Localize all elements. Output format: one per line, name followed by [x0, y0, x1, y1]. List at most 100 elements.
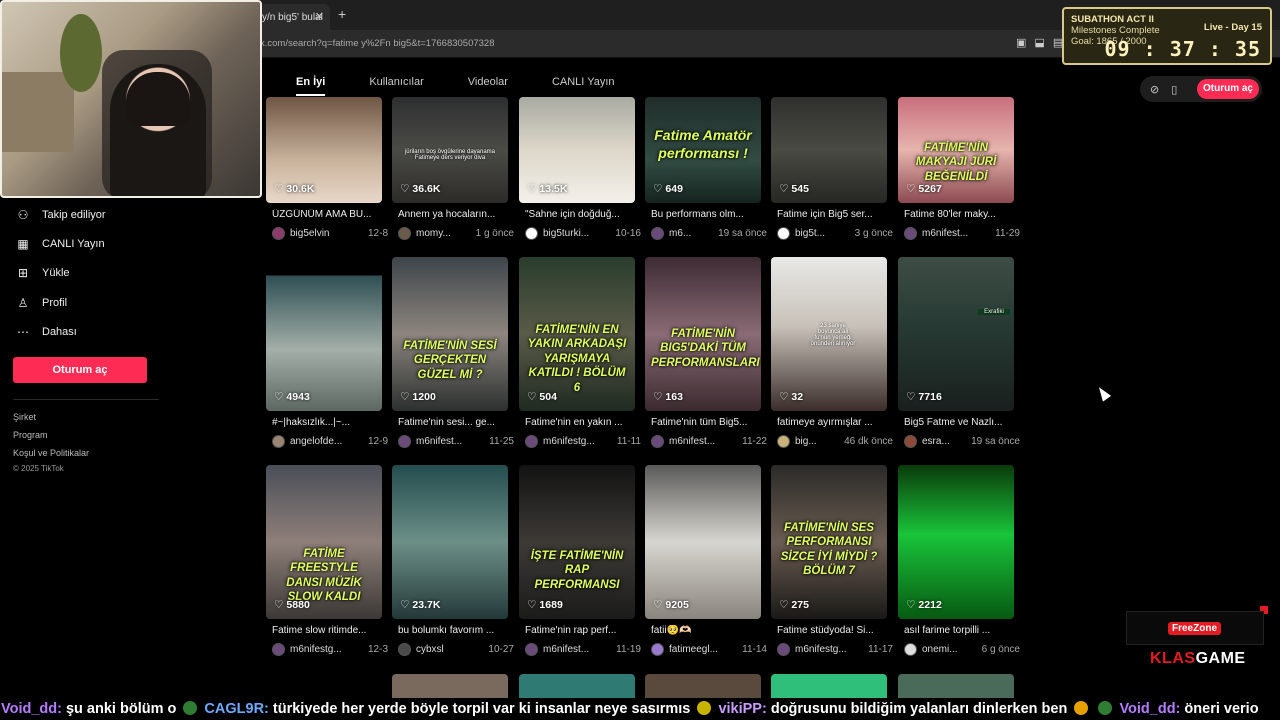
- avatar[interactable]: [272, 435, 285, 448]
- avatar[interactable]: [777, 435, 790, 448]
- tab-live[interactable]: CANLI Yayın: [552, 76, 615, 96]
- avatar[interactable]: [904, 435, 917, 448]
- avatar[interactable]: [398, 227, 411, 240]
- avatar[interactable]: [777, 227, 790, 240]
- author-name[interactable]: onemi...: [922, 644, 978, 655]
- video-title[interactable]: Annem ya hocaların...: [398, 209, 510, 220]
- author-name[interactable]: big5elvin: [290, 228, 364, 239]
- author-name[interactable]: m6nifest...: [669, 436, 738, 447]
- video-thumbnail[interactable]: Exrafiki ♡ 7716: [898, 257, 1014, 411]
- video-title[interactable]: Fatime'nin rap perf...: [525, 625, 637, 636]
- video-thumbnail[interactable]: FATİME'NİN BIG5'DAKİ TÜM PERFORMANSLARI …: [645, 257, 761, 411]
- browser-tab[interactable]: y/n big5' bulal ✕: [252, 4, 330, 30]
- video-title[interactable]: Big5 Fatme ve Nazlı...: [904, 417, 1016, 428]
- video-thumbnail[interactable]: ♡ 13.5K: [519, 97, 635, 203]
- close-tab-icon[interactable]: ✕: [315, 10, 324, 23]
- author-name[interactable]: m6nifest...: [922, 228, 991, 239]
- author-name[interactable]: m6...: [669, 228, 714, 239]
- chat-username: CAGL9R:: [204, 701, 269, 717]
- video-title[interactable]: ÜZGÜNÜM AMA BU...: [272, 209, 384, 220]
- footer-link-terms[interactable]: Koşul ve Politikalar: [13, 448, 89, 458]
- avatar[interactable]: [777, 643, 790, 656]
- avatar[interactable]: [272, 227, 285, 240]
- video-thumbnail[interactable]: İŞTE FATİME'NİN RAP PERFORMANSI ♡ 1689: [519, 465, 635, 619]
- new-tab-button[interactable]: +: [338, 6, 346, 22]
- like-count: ♡ 30.6K: [274, 183, 315, 195]
- author-name[interactable]: esra...: [922, 436, 967, 447]
- video-thumbnail[interactable]: FATİME'NİN EN YAKIN ARKADAŞI YARIŞMAYA K…: [519, 257, 635, 411]
- video-thumbnail[interactable]: FATİME'NİN SESİ GERÇEKTEN GÜZEL Mİ ? ♡ 12…: [392, 257, 508, 411]
- video-title[interactable]: asıl farime torpilli ...: [904, 625, 1016, 636]
- author-name[interactable]: m6nifest...: [543, 644, 612, 655]
- video-thumbnail[interactable]: Fatime Amatör performansı ! ♡ 649: [645, 97, 761, 203]
- video-title[interactable]: "Sahne için doğduğ...: [525, 209, 637, 220]
- video-title[interactable]: Fatime'nin tüm Big5...: [651, 417, 763, 428]
- video-thumbnail[interactable]: ♡ 9205: [645, 465, 761, 619]
- author-name[interactable]: momy...: [416, 228, 472, 239]
- author-name[interactable]: fatimeegl...: [669, 644, 738, 655]
- video-title[interactable]: Fatime stüdyoda! Si...: [777, 625, 889, 636]
- video-thumbnail[interactable]: FATİME'NİN MAKYAJI JÜRİ BEĞENİLDİ ♡ 5267: [898, 97, 1014, 203]
- video-title[interactable]: bu bolumkı favorım ...: [398, 625, 510, 636]
- video-thumbnail[interactable]: 23 saniye boyunca ali fu'nun yemeği önün…: [771, 257, 887, 411]
- footer-link-company[interactable]: Şirket: [13, 412, 36, 422]
- video-thumbnail[interactable]: FATİME FREESTYLE DANSI MÜZİK SLOW KALDI …: [266, 465, 382, 619]
- header-login-button[interactable]: Oturum aç: [1196, 79, 1259, 99]
- author-name[interactable]: m6nifest...: [416, 436, 485, 447]
- video-title[interactable]: Bu performans olm...: [651, 209, 763, 220]
- sidebar-item-upload[interactable]: ⊞ Yükle: [16, 266, 70, 280]
- sidebar-item-following[interactable]: ⚇ Takip ediliyor: [16, 208, 106, 222]
- video-title[interactable]: Fatime'nin sesi... ge...: [398, 417, 510, 428]
- video-thumbnail[interactable]: ♡ 545: [771, 97, 887, 203]
- avatar[interactable]: [904, 643, 917, 656]
- url-text[interactable]: k.com/search?q=fatime y%2Fn big5&t=17668…: [260, 38, 495, 49]
- avatar[interactable]: [398, 435, 411, 448]
- video-title[interactable]: fatimeye ayırmışlar ...: [777, 417, 889, 428]
- author-name[interactable]: angelofde...: [290, 436, 364, 447]
- sidebar-item-live[interactable]: ▦ CANLI Yayın: [16, 237, 104, 251]
- avatar[interactable]: [904, 227, 917, 240]
- avatar[interactable]: [272, 643, 285, 656]
- coin-icon[interactable]: ⊘: [1150, 83, 1159, 96]
- video-meta: angelofde... 12-9: [272, 435, 388, 448]
- author-name[interactable]: big5t...: [795, 228, 851, 239]
- video-meta: m6nifest... 11-29: [904, 227, 1020, 240]
- sidebar-login-button[interactable]: Oturum aç: [13, 357, 147, 383]
- video-title[interactable]: fatii🥺🫶🏻: [651, 625, 763, 636]
- author-name[interactable]: cybxsl: [416, 644, 484, 655]
- tab-users[interactable]: Kullanıcılar: [369, 76, 423, 96]
- video-thumbnail[interactable]: FATİME'NİN SES PERFORMANSI SİZCE İYİ MİY…: [771, 465, 887, 619]
- footer-link-program[interactable]: Program: [13, 430, 48, 440]
- avatar[interactable]: [651, 435, 664, 448]
- video-title[interactable]: Fatime için Big5 ser...: [777, 209, 889, 220]
- sidebar-item-more[interactable]: ⋯ Dahası: [16, 325, 77, 339]
- video-thumbnail[interactable]: ♡ 30.6K: [266, 97, 382, 203]
- author-name[interactable]: big...: [795, 436, 840, 447]
- avatar[interactable]: [525, 435, 538, 448]
- video-thumbnail[interactable]: ♡ 4943: [266, 257, 382, 411]
- author-name[interactable]: m6nifestg...: [543, 436, 613, 447]
- author-name[interactable]: big5turki...: [543, 228, 611, 239]
- author-name[interactable]: m6nifestg...: [795, 644, 864, 655]
- author-name[interactable]: m6nifestg...: [290, 644, 364, 655]
- video-thumbnail[interactable]: ♡ 23.7K: [392, 465, 508, 619]
- video-title[interactable]: Fatime 80'ler maky...: [904, 209, 1016, 220]
- avatar[interactable]: [651, 227, 664, 240]
- avatar[interactable]: [398, 643, 411, 656]
- video-title[interactable]: #~|haksızlık...|~...: [272, 417, 384, 428]
- sidebar-item-profile[interactable]: ♙ Profil: [16, 296, 67, 310]
- tab-top[interactable]: En İyi: [296, 76, 326, 96]
- downloads-icon[interactable]: ⬓: [1034, 36, 1044, 52]
- mobile-icon[interactable]: ▯: [1171, 83, 1177, 96]
- like-count: ♡ 13.5K: [527, 183, 568, 195]
- avatar[interactable]: [525, 227, 538, 240]
- tab-videos[interactable]: Videolar: [468, 76, 508, 96]
- heart-icon: ♡: [653, 391, 663, 403]
- video-title[interactable]: Fatime slow ritimde...: [272, 625, 384, 636]
- avatar[interactable]: [651, 643, 664, 656]
- avatar[interactable]: [525, 643, 538, 656]
- video-title[interactable]: Fatime'nin en yakın ...: [525, 417, 637, 428]
- screen-share-icon[interactable]: ▣: [1016, 36, 1026, 52]
- video-thumbnail[interactable]: ♡ 2212: [898, 465, 1014, 619]
- video-thumbnail[interactable]: jüriların boş övgülerine dayanama Fatime…: [392, 97, 508, 203]
